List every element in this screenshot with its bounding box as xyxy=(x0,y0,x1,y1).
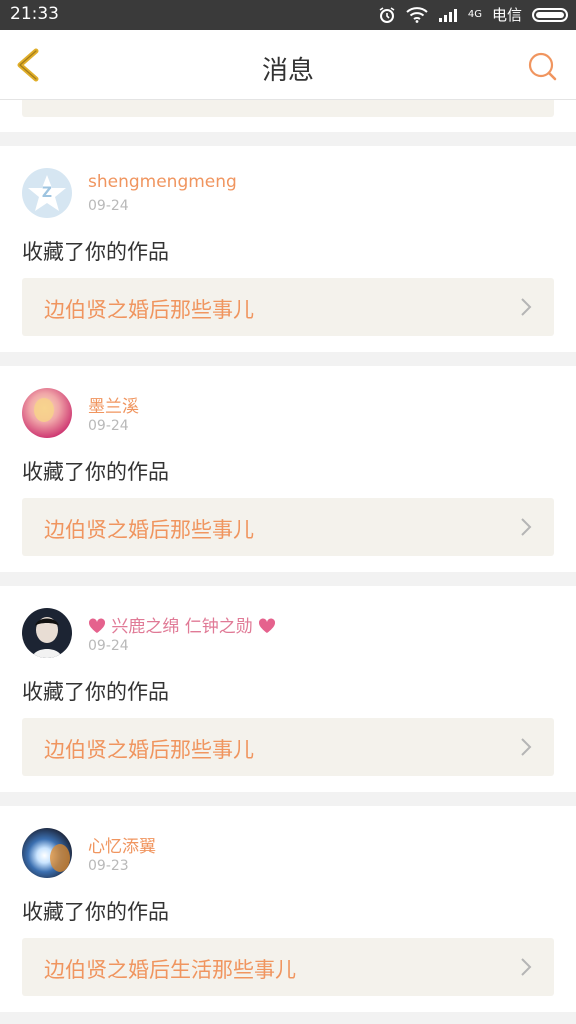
message-action: 收藏了你的作品 xyxy=(22,680,169,704)
work-title: 边伯贤之婚后生活那些事儿 xyxy=(44,958,296,982)
heart-icon xyxy=(88,618,106,633)
work-link[interactable]: 边伯贤之婚后生活那些事儿 xyxy=(22,938,554,996)
avatar-image xyxy=(22,388,72,438)
previous-message-card xyxy=(0,100,576,132)
avatar[interactable]: Z xyxy=(22,168,72,218)
work-link[interactable]: 边伯贤之婚后那些事儿 xyxy=(22,498,554,556)
network-type: 4G xyxy=(467,9,482,20)
status-bar: 21:33 4G 电信 xyxy=(0,0,576,30)
wifi-icon xyxy=(406,6,428,23)
message-date: 09-24 xyxy=(88,638,129,654)
heart-icon xyxy=(259,618,276,633)
chevron-right-icon xyxy=(521,298,532,316)
message-list: Z shengmengmeng 09-24 收藏了你的作品 边伯贤之婚后那些事儿 xyxy=(0,100,576,1024)
username[interactable]: shengmengmeng xyxy=(88,172,237,192)
avatar[interactable] xyxy=(22,608,72,658)
username[interactable]: 兴鹿之绵 仁钟之勋 xyxy=(88,612,276,637)
work-link[interactable]: 边伯贤之婚后那些事儿 xyxy=(22,718,554,776)
chevron-right-icon xyxy=(521,518,532,536)
avatar[interactable] xyxy=(22,828,72,878)
nav-bar: 消息 xyxy=(0,30,576,100)
work-title: 边伯贤之婚后那些事儿 xyxy=(44,518,254,542)
message-date: 09-24 xyxy=(88,198,129,214)
username-text: 兴鹿之绵 仁钟之勋 xyxy=(111,617,253,637)
page-title: 消息 xyxy=(261,56,314,86)
alarm-icon xyxy=(379,6,395,23)
work-title: 边伯贤之婚后那些事儿 xyxy=(44,738,254,762)
svg-text:Z: Z xyxy=(42,185,52,201)
work-title: 边伯贤之婚后那些事儿 xyxy=(44,298,254,322)
chevron-right-icon xyxy=(521,958,532,976)
previous-work-link[interactable] xyxy=(22,100,554,117)
message-action: 收藏了你的作品 xyxy=(22,240,169,264)
avatar-image xyxy=(22,608,72,658)
message-date: 09-23 xyxy=(88,858,129,874)
signal-icon xyxy=(438,8,457,22)
default-avatar-icon: Z xyxy=(22,168,72,218)
carrier-name: 电信 xyxy=(491,6,522,24)
message-action: 收藏了你的作品 xyxy=(22,460,169,484)
message-card: 兴鹿之绵 仁钟之勋 09-24 收藏了你的作品 边伯贤之婚后那些事儿 xyxy=(0,586,576,792)
message-card: 墨兰溪 09-24 收藏了你的作品 边伯贤之婚后那些事儿 xyxy=(0,366,576,572)
username[interactable]: 心忆添翼 xyxy=(88,832,156,857)
status-time: 21:33 xyxy=(10,4,59,24)
username[interactable]: 墨兰溪 xyxy=(88,392,139,417)
avatar[interactable] xyxy=(22,388,72,438)
work-link[interactable]: 边伯贤之婚后那些事儿 xyxy=(22,278,554,336)
chevron-right-icon xyxy=(521,738,532,756)
battery-icon xyxy=(532,7,568,22)
search-icon[interactable] xyxy=(526,50,558,82)
message-card: 心忆添翼 09-23 收藏了你的作品 边伯贤之婚后生活那些事儿 xyxy=(0,806,576,1012)
message-action: 收藏了你的作品 xyxy=(22,900,169,924)
message-card: Z shengmengmeng 09-24 收藏了你的作品 边伯贤之婚后那些事儿 xyxy=(0,146,576,352)
avatar-image xyxy=(22,828,72,878)
status-icons: 4G 电信 xyxy=(378,4,568,25)
message-date: 09-24 xyxy=(88,418,129,434)
